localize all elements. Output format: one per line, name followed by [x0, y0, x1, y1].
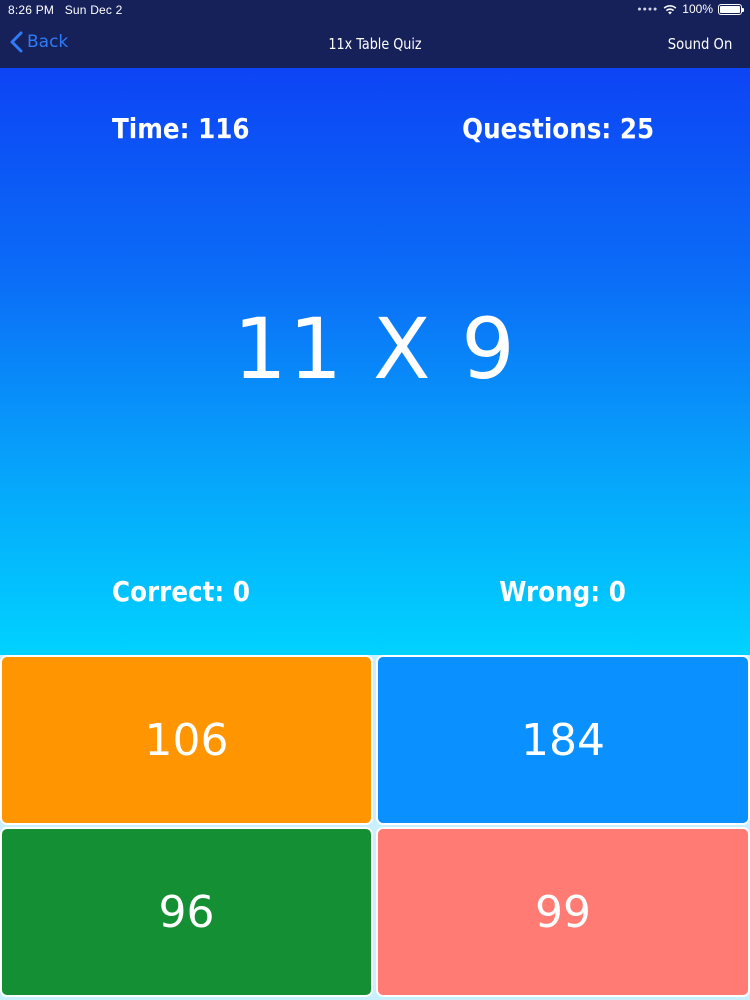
page-title: 11x Table Quiz [328, 35, 422, 53]
question-text: 11 X 9 [233, 300, 517, 398]
correct-count: Correct: 0 [112, 575, 250, 608]
answer-button[interactable]: 96 [0, 827, 373, 997]
game-area: Time: 116 Questions: 25 11 X 9 Correct: … [0, 68, 750, 655]
answer-button[interactable]: 184 [376, 655, 750, 825]
battery-percent: 100% [682, 2, 713, 16]
time-remaining: Time: 116 [112, 112, 250, 145]
answer-label: 184 [521, 714, 605, 766]
wifi-icon [663, 4, 677, 14]
answer-label: 106 [144, 714, 229, 766]
answer-label: 99 [535, 886, 591, 938]
header-bar: 8:26 PM Sun Dec 2 ●●●● 100% Back 11x Tab… [0, 0, 750, 68]
wrong-count: Wrong: 0 [499, 575, 626, 608]
sound-toggle-button[interactable]: Sound On [667, 35, 732, 53]
status-indicators: ●●●● 100% [637, 2, 744, 16]
chevron-left-icon [10, 31, 23, 53]
nav-bar: Back 11x Table Quiz Sound On [0, 22, 750, 66]
answer-grid: 106 184 96 99 [0, 655, 750, 1000]
status-time-date: 8:26 PM Sun Dec 2 [8, 3, 123, 17]
status-date: Sun Dec 2 [64, 3, 123, 17]
status-time: 8:26 PM [8, 3, 55, 17]
answer-button[interactable]: 99 [376, 827, 750, 997]
signal-dots-icon: ●●●● [637, 5, 659, 13]
status-bar: 8:26 PM Sun Dec 2 ●●●● 100% [0, 0, 750, 20]
battery-icon [718, 3, 744, 15]
quiz-screen: 8:26 PM Sun Dec 2 ●●●● 100% Back 11x Tab… [0, 0, 750, 1000]
answer-label: 96 [158, 886, 215, 938]
questions-count: Questions: 25 [462, 112, 654, 145]
answer-button[interactable]: 106 [0, 655, 373, 825]
